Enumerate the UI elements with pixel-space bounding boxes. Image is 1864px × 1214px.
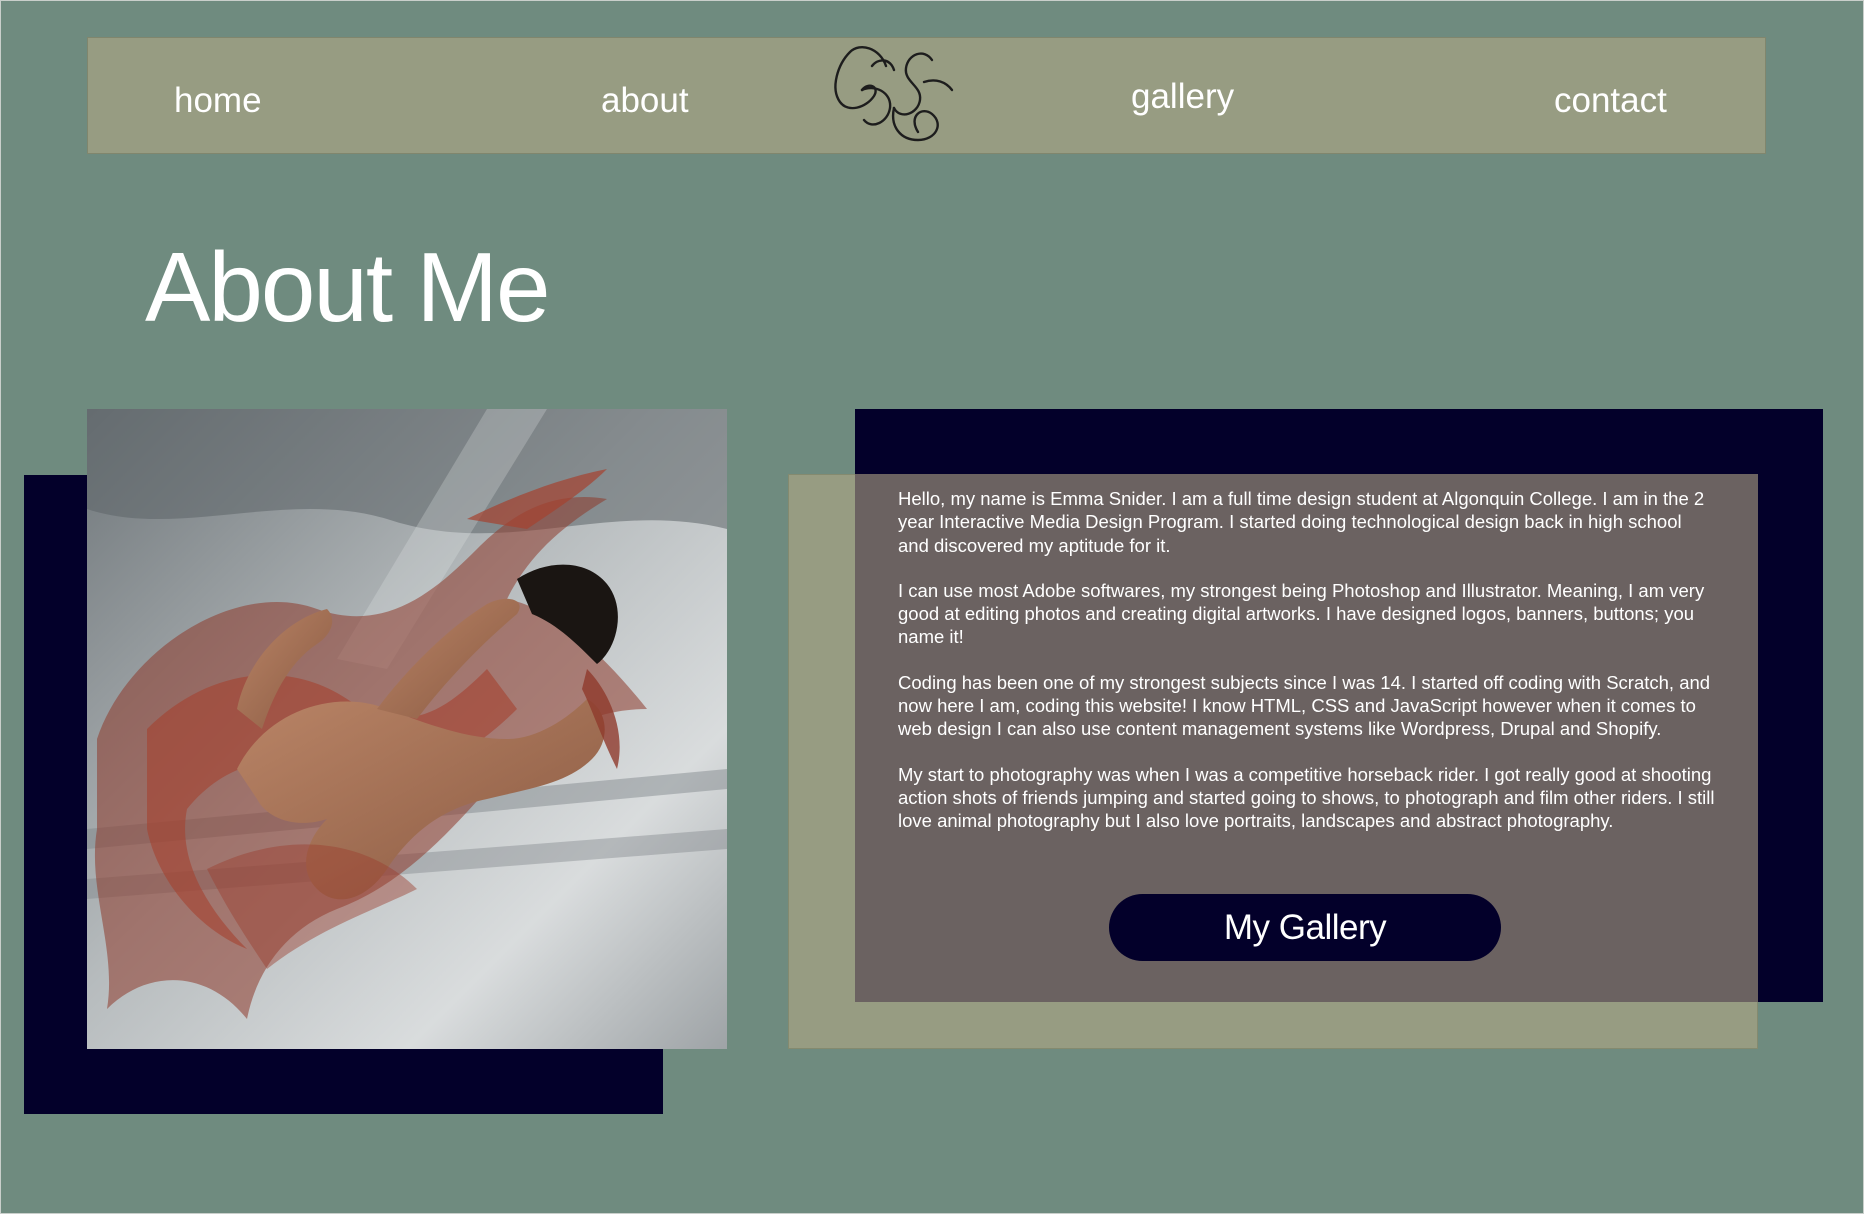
- dancer-with-red-fabric-photo: [87, 409, 727, 1049]
- top-navigation: home about gallery contact: [87, 37, 1766, 154]
- nav-gallery-link[interactable]: gallery: [1131, 77, 1234, 117]
- nav-about-link[interactable]: about: [601, 81, 689, 121]
- nav-home-link[interactable]: home: [174, 81, 262, 121]
- my-gallery-button[interactable]: My Gallery: [1109, 894, 1501, 961]
- nav-contact-link[interactable]: contact: [1554, 81, 1667, 121]
- es-monogram-logo-icon[interactable]: [828, 36, 978, 161]
- about-paragraph-intro: Hello, my name is Emma Snider. I am a fu…: [898, 488, 1705, 556]
- page-title: About Me: [145, 232, 550, 342]
- about-paragraph-adobe: I can use most Adobe softwares, my stron…: [898, 579, 1705, 648]
- about-paragraph-photography: My start to photography was when I was a…: [898, 763, 1715, 832]
- about-paragraph-coding: Coding has been one of my strongest subj…: [898, 671, 1711, 740]
